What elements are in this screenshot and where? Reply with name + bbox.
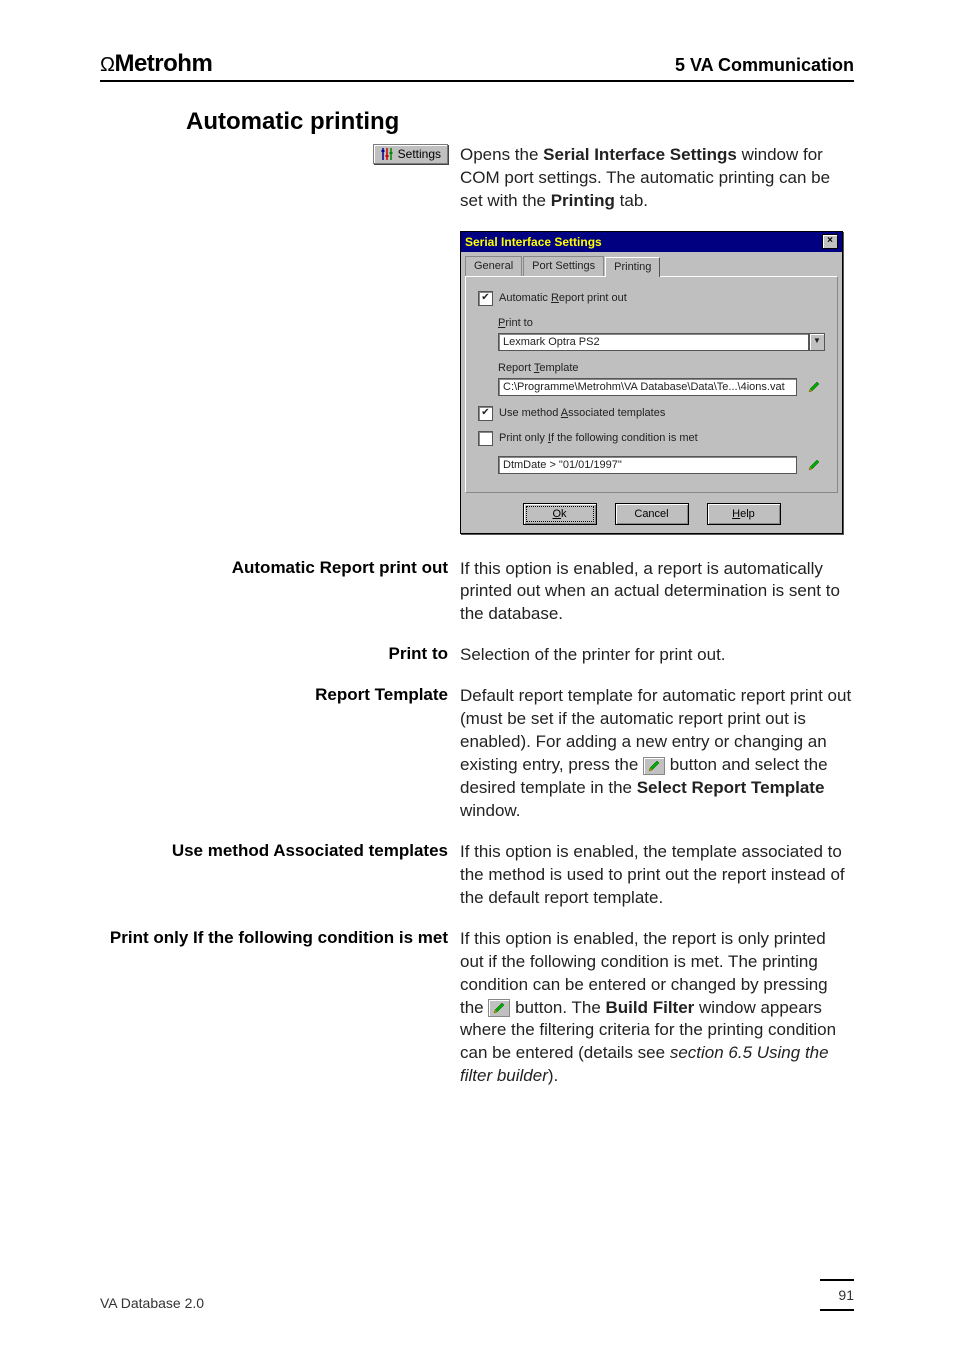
- auto-report-checkbox[interactable]: ✔: [478, 291, 493, 306]
- intro-paragraph: Opens the Serial Interface Settings wind…: [460, 144, 854, 534]
- footer-rule: [820, 1309, 854, 1311]
- print-only-if-checkbox[interactable]: [478, 431, 493, 446]
- ok-button[interactable]: Ok: [523, 503, 597, 525]
- condition-field[interactable]: DtmDate > "01/01/1997": [498, 456, 797, 474]
- print-to-label: Print to: [498, 316, 825, 331]
- def-label-report-template: Report Template: [315, 685, 448, 705]
- omega-icon: Ω: [100, 54, 114, 76]
- help-button[interactable]: Help: [707, 503, 781, 525]
- auto-report-label: Automatic Report print out: [499, 291, 627, 306]
- sliders-icon: [380, 147, 394, 161]
- condition-edit-button[interactable]: [803, 456, 825, 474]
- inline-pencil-button[interactable]: [643, 757, 665, 775]
- pencil-icon: [647, 759, 661, 773]
- def-desc-use-assoc: If this option is enabled, the template …: [460, 841, 854, 910]
- def-desc-print-to: Selection of the printer for print out.: [460, 644, 854, 667]
- inline-pencil-button[interactable]: [488, 999, 510, 1017]
- def-label-auto-report: Automatic Report print out: [232, 558, 448, 578]
- template-edit-button[interactable]: [803, 378, 825, 396]
- def-desc-report-template: Default report template for automatic re…: [460, 685, 854, 823]
- serial-interface-dialog: Serial Interface Settings × General Port…: [460, 231, 843, 534]
- brand-logo: ΩMetrohm: [100, 50, 212, 78]
- section-heading: Automatic printing: [186, 108, 854, 136]
- footer-rule: [820, 1279, 854, 1281]
- tab-printing[interactable]: Printing: [605, 257, 660, 277]
- def-label-use-assoc: Use method Associated templates: [172, 841, 448, 861]
- use-assoc-checkbox[interactable]: ✔: [478, 406, 493, 421]
- chapter-title: 5 VA Communication: [675, 55, 854, 76]
- def-label-print-only-if: Print only If the following condition is…: [110, 928, 448, 948]
- settings-button-label: Settings: [398, 147, 441, 161]
- template-label: Report Template: [498, 361, 825, 376]
- pencil-icon: [807, 380, 821, 394]
- dialog-title: Serial Interface Settings: [465, 234, 602, 250]
- dialog-titlebar: Serial Interface Settings ×: [461, 232, 842, 252]
- tab-general[interactable]: General: [465, 256, 522, 276]
- tab-port-settings[interactable]: Port Settings: [523, 256, 604, 276]
- pencil-icon: [492, 1001, 506, 1015]
- footer-page-number: 91: [838, 1287, 854, 1303]
- def-desc-auto-report: If this option is enabled, a report is a…: [460, 558, 854, 627]
- def-label-print-to: Print to: [389, 644, 449, 664]
- footer-product: VA Database 2.0: [100, 1295, 204, 1311]
- print-only-if-label: Print only If the following condition is…: [499, 431, 698, 446]
- printer-select[interactable]: Lexmark Optra PS2: [498, 333, 809, 351]
- def-desc-print-only-if: If this option is enabled, the report is…: [460, 928, 854, 1089]
- chevron-down-icon[interactable]: ▼: [809, 333, 825, 351]
- settings-button[interactable]: Settings: [373, 144, 448, 164]
- pencil-icon: [807, 458, 821, 472]
- close-icon[interactable]: ×: [822, 234, 838, 249]
- use-assoc-label: Use method Associated templates: [499, 406, 665, 421]
- cancel-button[interactable]: Cancel: [615, 503, 689, 525]
- template-field[interactable]: C:\Programme\Metrohm\VA Database\Data\Te…: [498, 378, 797, 396]
